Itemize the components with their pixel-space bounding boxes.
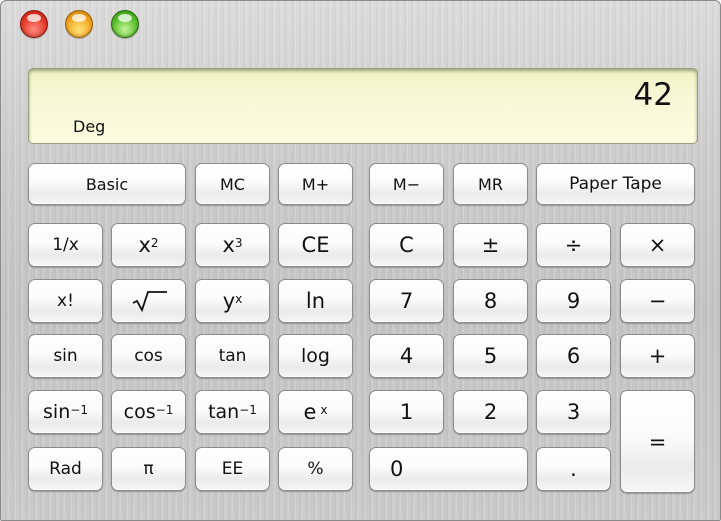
arccosine-label: cos — [123, 401, 156, 423]
digit-4-button[interactable]: 4 — [369, 334, 444, 378]
clear-button[interactable]: C — [369, 223, 444, 267]
sine-button[interactable]: sin — [28, 334, 103, 378]
digit-5-button[interactable]: 5 — [453, 334, 528, 378]
memory-recall-button[interactable]: MR — [453, 163, 528, 205]
clear-entry-button[interactable]: CE — [278, 223, 353, 267]
equals-button[interactable]: = — [620, 390, 695, 493]
memory-clear-button[interactable]: MC — [195, 163, 270, 205]
digit-8-button[interactable]: 8 — [453, 279, 528, 323]
arctangent-button[interactable]: tan −1 — [195, 390, 270, 434]
digit-0-button[interactable]: 0 — [369, 447, 528, 491]
power-button[interactable]: yx — [195, 279, 270, 323]
angle-mode-indicator: Deg — [73, 117, 106, 136]
arccosine-button[interactable]: cos −1 — [111, 390, 186, 434]
basic-toggle-button[interactable]: Basic — [28, 163, 186, 205]
subtract-button[interactable]: − — [620, 279, 695, 323]
digit-2-button[interactable]: 2 — [453, 390, 528, 434]
square-base: x — [138, 233, 151, 257]
exponential-base: e — [303, 400, 317, 424]
digit-6-button[interactable]: 6 — [536, 334, 611, 378]
multiply-button[interactable]: × — [620, 223, 695, 267]
percent-button[interactable]: % — [278, 447, 353, 491]
memory-add-button[interactable]: M+ — [278, 163, 353, 205]
digit-7-button[interactable]: 7 — [369, 279, 444, 323]
cube-button[interactable]: x3 — [195, 223, 270, 267]
paper-tape-button[interactable]: Paper Tape — [536, 163, 695, 205]
log-button[interactable]: log — [278, 334, 353, 378]
divide-button[interactable]: ÷ — [536, 223, 611, 267]
pi-button[interactable]: π — [111, 447, 186, 491]
memory-subtract-button[interactable]: M− — [369, 163, 444, 205]
factorial-button[interactable]: x! — [28, 279, 103, 323]
tangent-button[interactable]: tan — [195, 334, 270, 378]
exponential-button[interactable]: ex — [278, 390, 353, 434]
square-root-icon — [132, 291, 167, 313]
digit-3-button[interactable]: 3 — [536, 390, 611, 434]
arcsine-label: sin — [43, 401, 71, 423]
minimize-window-icon[interactable] — [65, 10, 93, 38]
digit-9-button[interactable]: 9 — [536, 279, 611, 323]
calculator-window: 42 Deg Basic MC M+ M− MR Paper Tape 1/x … — [0, 0, 721, 521]
radians-button[interactable]: Rad — [28, 447, 103, 491]
cosine-button[interactable]: cos — [111, 334, 186, 378]
arctangent-label: tan — [208, 401, 240, 423]
display-value: 42 — [633, 77, 673, 113]
digit-1-button[interactable]: 1 — [369, 390, 444, 434]
square-button[interactable]: x2 — [111, 223, 186, 267]
power-base: y — [222, 289, 236, 313]
display-panel: 42 Deg — [28, 68, 698, 144]
natural-log-button[interactable]: ln — [278, 279, 353, 323]
plus-minus-button[interactable]: ± — [453, 223, 528, 267]
square-root-button[interactable] — [111, 279, 186, 323]
exponent-entry-button[interactable]: EE — [195, 447, 270, 491]
zoom-window-icon[interactable] — [111, 10, 139, 38]
arcsine-button[interactable]: sin −1 — [28, 390, 103, 434]
cube-base: x — [222, 233, 235, 257]
reciprocal-button[interactable]: 1/x — [28, 223, 103, 267]
close-window-icon[interactable] — [20, 10, 48, 38]
add-button[interactable]: + — [620, 334, 695, 378]
decimal-point-button[interactable]: . — [536, 447, 611, 491]
